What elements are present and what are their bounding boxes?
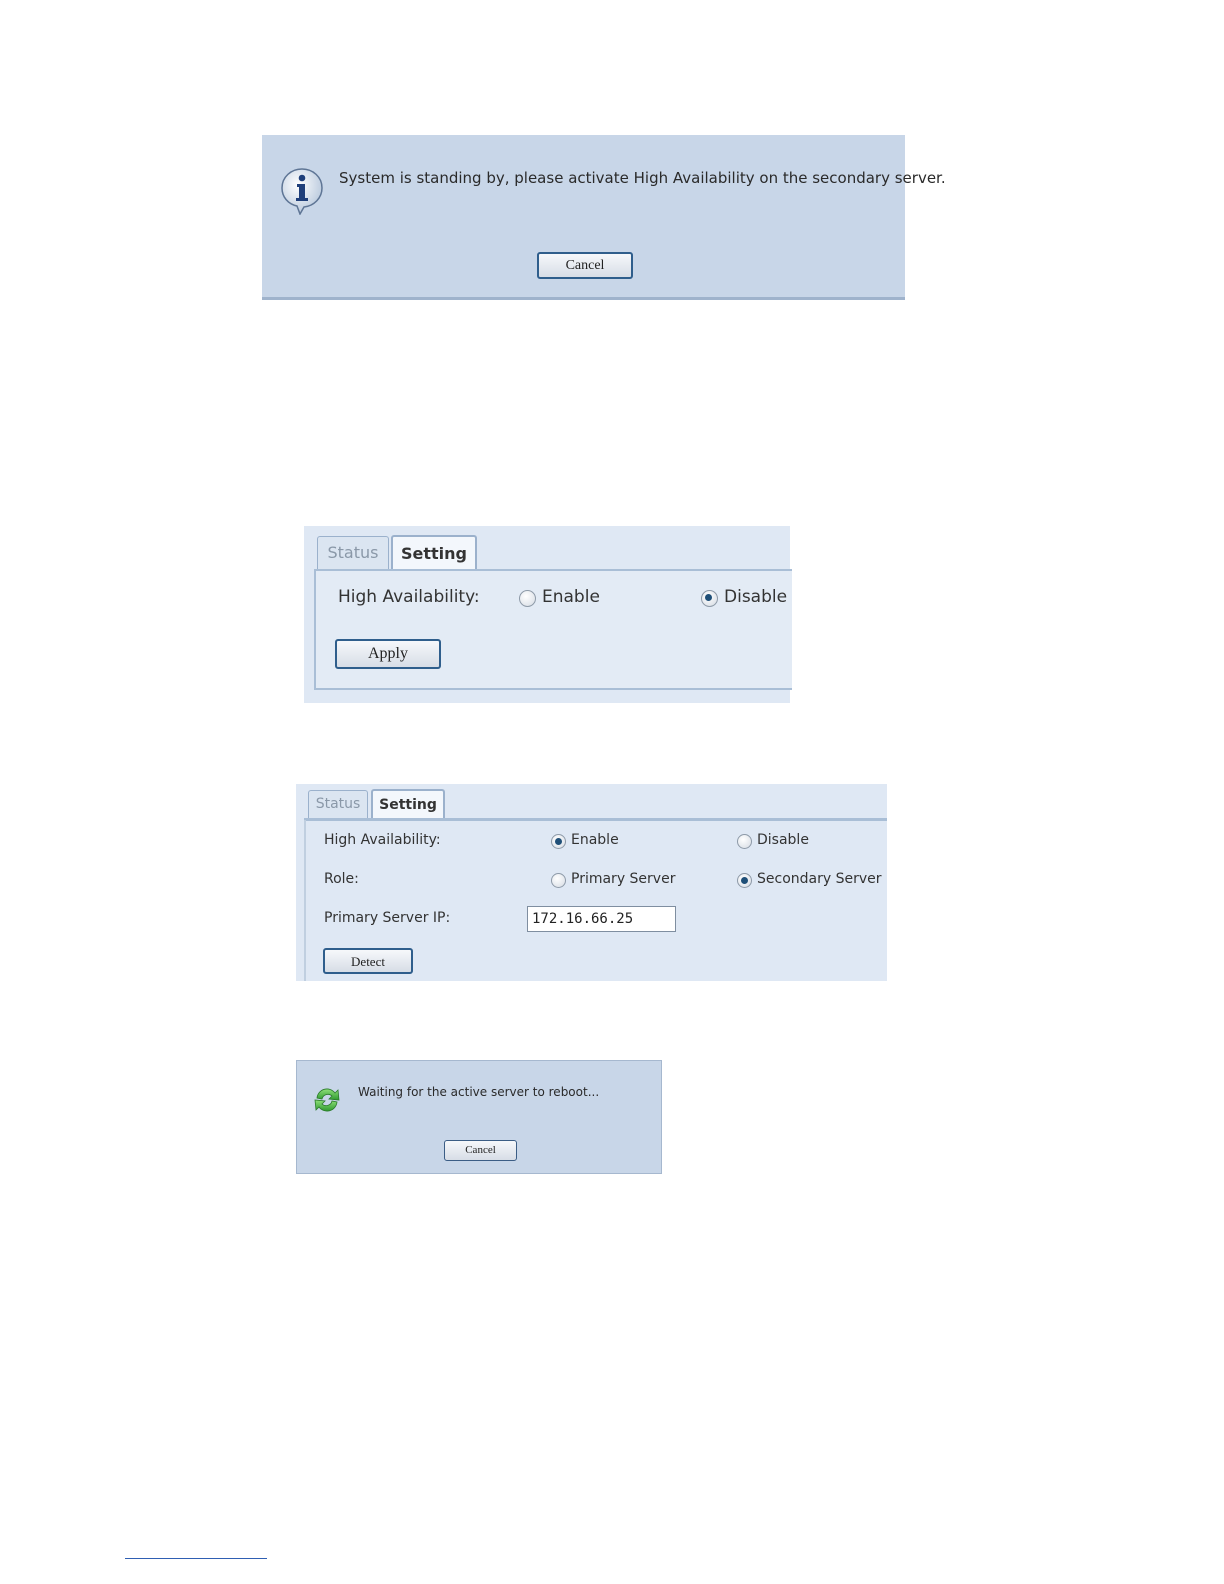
info-icon (281, 168, 323, 215)
tab-status[interactable]: Status (308, 790, 368, 819)
tab-divider (304, 818, 887, 821)
cancel-button[interactable]: Cancel (444, 1140, 517, 1161)
standby-dialog: System is standing by, please activate H… (262, 135, 946, 300)
tab-setting[interactable]: Setting (391, 535, 477, 570)
refresh-icon (314, 1088, 340, 1112)
disable-label: Disable (724, 587, 788, 607)
cancel-button[interactable]: Cancel (537, 252, 633, 279)
standby-message: System is standing by, please activate H… (339, 169, 946, 187)
enable-label: Enable (542, 587, 600, 607)
tab-status[interactable]: Status (317, 536, 389, 569)
primary-server-ip-input[interactable]: 172.16.66.25 (527, 906, 676, 932)
disable-radio[interactable] (701, 590, 718, 607)
tab-setting[interactable]: Setting (371, 789, 445, 820)
detect-button[interactable]: Detect (323, 948, 413, 974)
secondary-server-radio[interactable] (737, 873, 752, 888)
ha-label: High Availability: (324, 832, 441, 848)
primary-server-ip-label: Primary Server IP: (324, 910, 451, 926)
settings-body: High Availability: Enable Disable (314, 569, 792, 690)
disable-label: Disable (757, 832, 809, 848)
enable-label: Enable (571, 832, 619, 848)
apply-button[interactable]: Apply (335, 639, 441, 669)
ha-label: High Availability: (338, 587, 480, 607)
footnote-separator (125, 1558, 267, 1559)
left-border (304, 820, 306, 981)
role-label: Role: (324, 871, 359, 887)
ha-setting-panel-enabled: Status Setting High Availability: Enable… (296, 784, 887, 981)
reboot-message: Waiting for the active server to reboot.… (358, 1085, 600, 1099)
enable-radio[interactable] (519, 590, 536, 607)
ha-setting-panel-disabled: Status Setting High Availability: Enable… (304, 526, 792, 703)
disable-radio[interactable] (737, 834, 752, 849)
reboot-dialog: Waiting for the active server to reboot.… (296, 1060, 662, 1174)
primary-server-radio[interactable] (551, 873, 566, 888)
enable-radio[interactable] (551, 834, 566, 849)
primary-server-label: Primary Server (571, 871, 676, 887)
secondary-server-label: Secondary Server (757, 871, 882, 887)
background-ghost-text (334, 240, 338, 254)
